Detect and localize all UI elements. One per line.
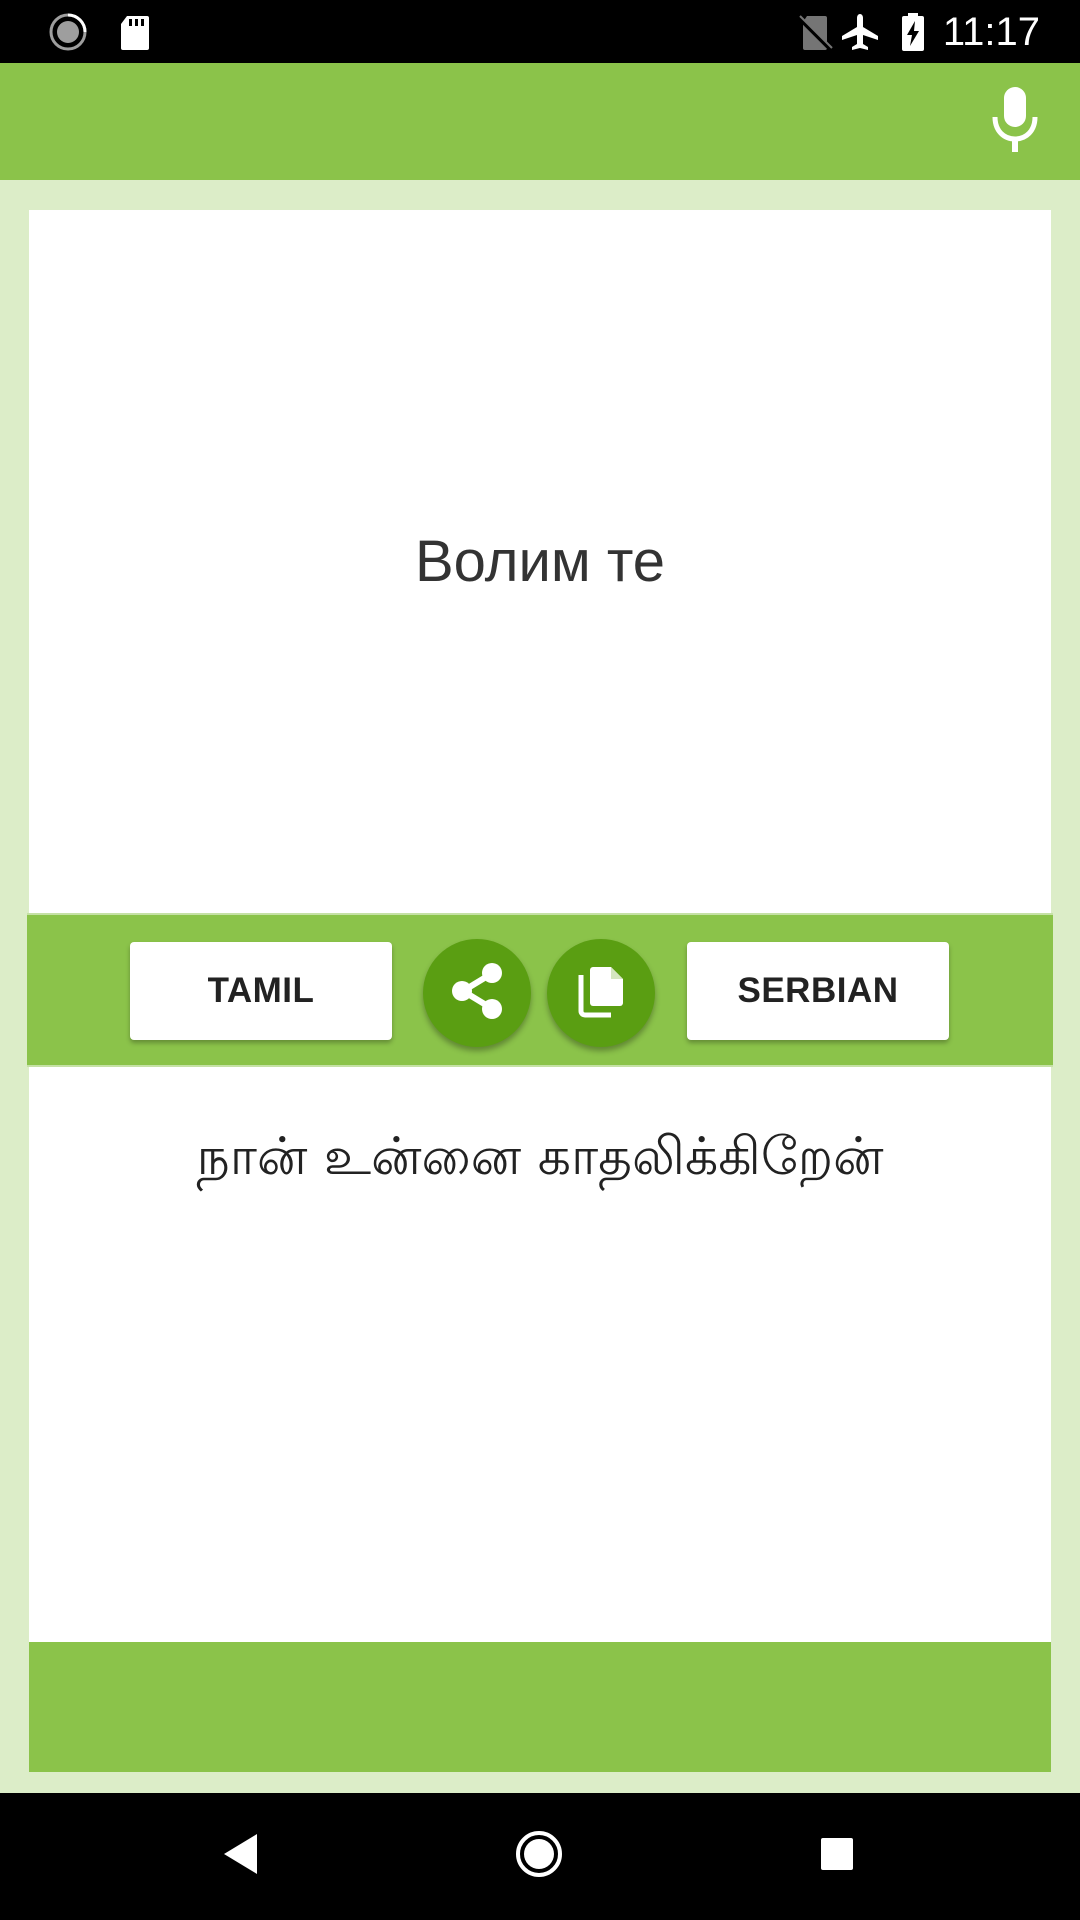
sd-card-icon bbox=[115, 12, 155, 52]
source-text: Волим те bbox=[414, 529, 666, 594]
controls-bar: TAMIL SERBIAN bbox=[27, 913, 1053, 1067]
battery-charging-icon bbox=[893, 12, 933, 52]
status-time: 11:17 bbox=[942, 10, 1040, 54]
microphone-button[interactable] bbox=[980, 87, 1050, 157]
recents-button[interactable] bbox=[807, 1826, 867, 1886]
share-button[interactable] bbox=[423, 939, 531, 1047]
copy-button[interactable] bbox=[547, 939, 655, 1047]
source-text-card[interactable]: Волим те bbox=[29, 210, 1051, 913]
translation-card[interactable]: நான் உன்னை காதலிக்கிறேன் bbox=[29, 1067, 1051, 1642]
sync-icon bbox=[48, 12, 88, 52]
airplane-mode-icon bbox=[840, 12, 880, 52]
target-language-button[interactable]: SERBIAN bbox=[687, 942, 949, 1040]
source-language-button[interactable]: TAMIL bbox=[130, 942, 392, 1040]
back-icon bbox=[221, 1832, 261, 1880]
app-bar bbox=[0, 63, 1080, 180]
recents-icon bbox=[819, 1836, 855, 1876]
no-sim-icon bbox=[795, 12, 835, 52]
banner-area bbox=[29, 1642, 1051, 1772]
share-icon bbox=[445, 959, 509, 1027]
microphone-icon bbox=[990, 87, 1040, 157]
home-button[interactable] bbox=[509, 1826, 569, 1886]
copy-icon bbox=[571, 961, 631, 1025]
translated-text: நான் உன்னை காதலிக்கிறேன் bbox=[196, 1127, 884, 1187]
navigation-bar bbox=[0, 1793, 1080, 1920]
home-icon bbox=[514, 1829, 564, 1883]
status-bar: 11:17 bbox=[0, 0, 1080, 63]
back-button[interactable] bbox=[211, 1826, 271, 1886]
